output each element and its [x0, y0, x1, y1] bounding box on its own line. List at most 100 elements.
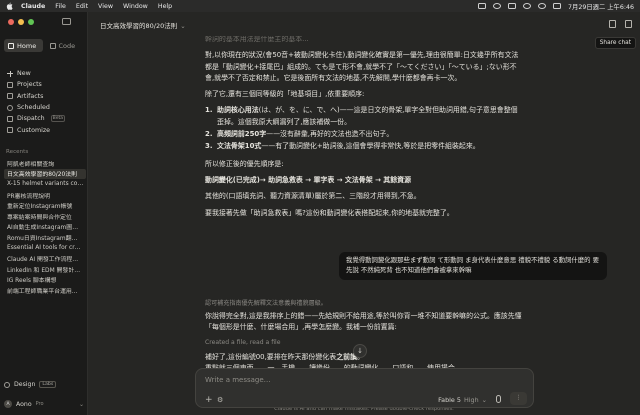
tools-icon[interactable]: ⚙ — [217, 396, 223, 404]
model-selector[interactable]: Fable 5 High ⌄ — [438, 396, 487, 404]
thinking-summary[interactable]: 認可補充指南優先解釋文法意義與禮貌層級。 — [205, 298, 327, 307]
paragraph: 你說得完全對,這是我排序上的錯——先給規則不給用途,等於叫你背一堆不知道要幹嘛的… — [205, 312, 522, 331]
paragraph: 所以修正後的優先順序是: — [205, 159, 284, 168]
window-controls — [8, 19, 34, 25]
recent-chat-item[interactable]: 前端工程師職業平台運用… — [4, 285, 86, 296]
recent-chat-item[interactable]: Essential AI tools for cr… — [4, 243, 86, 254]
sidebar-item-customize[interactable]: Customize — [4, 124, 84, 135]
recent-chat-item[interactable]: 專案結案時間與合作定位 — [4, 211, 86, 222]
sidebar-item-projects[interactable]: Projects — [4, 79, 84, 90]
text: 補好了,這份編號00,要排在昨天那份變化表 — [205, 353, 337, 361]
menu-file[interactable]: File — [55, 3, 66, 10]
microphone-icon[interactable] — [496, 395, 501, 403]
user-plan: Pro — [35, 401, 44, 407]
chevron-down-icon: ⌄ — [481, 396, 487, 404]
document-icon[interactable] — [609, 20, 616, 28]
paragraph: 其他的(口語填充詞、聽力資源清單)屬於第二、三階段才用得到,不急。 — [205, 192, 421, 201]
chat-title[interactable]: 日文高效學習的80/20法則 ⌄ — [100, 20, 186, 30]
sidebar-mode-tabs: Home Code — [4, 39, 84, 52]
recent-chat-item[interactable]: LinkedIn 和 EDM 開發計… — [4, 264, 86, 275]
menu-window[interactable]: Window — [123, 3, 148, 10]
folder-icon — [7, 81, 13, 88]
sidebar-item-label: Customize — [17, 126, 51, 134]
recent-chat-item[interactable]: Romu日資Instagram翻… — [4, 232, 86, 243]
tray-search-icon[interactable] — [538, 3, 547, 9]
voice-mode-button[interactable]: ⫶ — [510, 392, 527, 405]
sliders-icon — [7, 127, 13, 134]
bold-text: 助詞核心用法 — [217, 106, 259, 115]
minimize-window-button[interactable] — [18, 19, 24, 25]
labs-badge: Labs — [39, 381, 57, 388]
avatar: A — [4, 400, 12, 408]
sidebar-toggle-icon[interactable] — [62, 18, 71, 25]
plus-icon[interactable]: + — [205, 396, 213, 405]
menu-help[interactable]: Help — [158, 3, 172, 10]
sidebar-item-label: Projects — [17, 81, 42, 89]
bold-text: 文法骨架10式 — [217, 142, 262, 151]
macos-menubar: Claude File Edit View Window Help 7月29日週… — [0, 0, 640, 12]
tab-home[interactable]: Home — [4, 39, 43, 52]
chevron-down-icon: ⌄ — [180, 22, 186, 30]
recent-chat-item[interactable]: X-15 helmet variants co… — [4, 179, 86, 190]
sidebar-item-label: New — [17, 70, 31, 78]
share-icon[interactable] — [625, 20, 632, 28]
model-name: Fable 5 — [438, 396, 461, 404]
recent-chat-item[interactable]: 日文高效學習的80/20法則 — [4, 168, 86, 180]
recent-chat-item[interactable]: IG Reels 腳本構想 — [4, 275, 86, 286]
list-text: 文法骨架10式——有了動詞變化+助詞後,這個會學得非常快,等於是把零件組裝起來。 — [217, 141, 480, 152]
tray-app-icon[interactable] — [478, 3, 487, 9]
menubar-clock[interactable]: 7月29日週二 上午6:46 — [568, 2, 634, 11]
close-window-button[interactable] — [8, 19, 14, 25]
tray-wifi-icon[interactable] — [523, 3, 532, 9]
chat-main: 日文高效學習的80/20法則 ⌄ Share chat 幹詞的基本用法是什麼主的基… — [88, 12, 640, 415]
chat-title-text: 日文高效學習的80/20法則 — [100, 22, 178, 30]
user-message-bubble: 我覺得動詞變化跟那些まず動詞 て形動詞 ま身代表什麼意思 禮貌不禮貌 る動詞什麼… — [339, 252, 607, 280]
scroll-down-button[interactable]: ↓ — [353, 344, 367, 358]
sidebar-item-new[interactable]: New — [4, 68, 84, 79]
list-text: 助詞核心用法(は、が、を、に、で、へ)——這是日文的骨架,單字全對但助詞用錯,句… — [217, 105, 523, 128]
list-item: 2. 高頻詞前250字——沒有辭彙,再好的文法也造不出句子。 — [205, 129, 523, 140]
recent-chat-item[interactable]: 阿凱老師相關查詢 — [4, 158, 86, 169]
user-menu[interactable]: A Aono Pro ⌄ — [4, 400, 84, 408]
tray-control-center-icon[interactable] — [553, 3, 562, 9]
recent-chat-item[interactable]: PR審核流程說明 — [4, 190, 86, 201]
assistant-message: 你說得完全對,這是我排序上的錯——先給規則不給用途,等於叫你背一堆不知道要幹嘛的… — [205, 311, 523, 374]
plus-icon — [7, 70, 13, 77]
chevron-down-icon: ⌄ — [78, 400, 84, 408]
recent-chat-item[interactable]: 重新定位Instagram帳號 — [4, 200, 86, 211]
tab-code[interactable]: Code — [46, 39, 85, 52]
sidebar-nav: New Projects Artifacts Scheduled Dispatc… — [4, 68, 84, 136]
tray-battery-icon[interactable] — [508, 3, 517, 9]
list-item: 3. 文法骨架10式——有了動詞變化+助詞後,這個會學得非常快,等於是把零件組裝起… — [205, 141, 523, 152]
code-icon — [49, 42, 56, 49]
sidebar: Home Code New Projects Artifacts Schedul… — [0, 12, 88, 415]
list-number: 3. — [205, 142, 213, 151]
zoom-window-button[interactable] — [28, 19, 34, 25]
sidebar-item-artifacts[interactable]: Artifacts — [4, 91, 84, 102]
message-input[interactable] — [205, 376, 455, 384]
menubar-tray: 7月29日週二 上午6:46 — [478, 2, 634, 11]
text: (は、が、を、に、で、へ)——這是日文的骨架,單字全對但助詞用錯,句子意思會整個… — [217, 106, 518, 126]
paragraph: 除了它,還有三個同等級的「地基項目」,依重要順序: — [205, 90, 365, 99]
recent-chat-item[interactable]: Claude AI 開發工作流程… — [4, 253, 86, 264]
tray-status-icon[interactable] — [493, 3, 502, 9]
list-number: 2. — [205, 130, 213, 139]
sidebar-item-scheduled[interactable]: Scheduled — [4, 102, 84, 113]
beta-badge: Beta — [50, 115, 66, 123]
design-row[interactable]: Design Labs — [4, 381, 84, 388]
menu-view[interactable]: View — [98, 3, 113, 10]
assistant-message: 幹詞的基本用法是什麼主的基本... 對,以你現在的狀況(會50音+被動詞變化卡住… — [205, 34, 523, 224]
list-text: 高頻詞前250字——沒有辭彙,再好的文法也造不出句子。 — [217, 129, 393, 140]
dispatch-icon — [7, 115, 13, 122]
apple-logo-icon[interactable] — [6, 2, 13, 10]
recent-chat-item[interactable]: AI自動生成Instagram圖… — [4, 222, 86, 233]
list-item: 1. 助詞核心用法(は、が、を、に、で、へ)——這是日文的骨架,單字全對但助詞用錯… — [205, 105, 523, 128]
sidebar-item-dispatch[interactable]: Dispatch Beta — [4, 113, 84, 124]
menu-app-name[interactable]: Claude — [21, 3, 45, 10]
sidebar-item-label: Scheduled — [17, 104, 50, 112]
arrow-down-icon: ↓ — [357, 347, 363, 355]
paragraph: 要我接著先做「助詞急救表」嗎?這份和動詞變化表搭配起來,你的地基就完整了。 — [205, 208, 454, 217]
paragraph: 對,以你現在的狀況(會50音+被動詞變化卡住),動詞變化確實是第一優先,理由很簡… — [205, 51, 519, 82]
menu-edit[interactable]: Edit — [76, 3, 88, 10]
user-name: Aono — [16, 400, 32, 408]
